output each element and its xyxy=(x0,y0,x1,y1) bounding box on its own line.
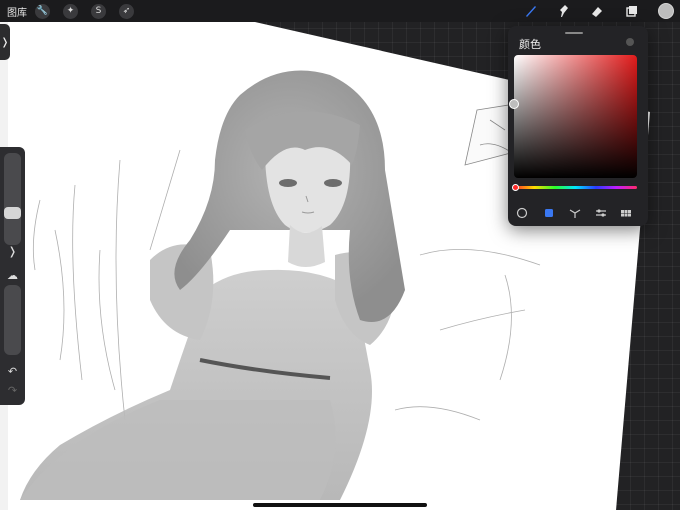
disc-mode-icon[interactable] xyxy=(515,206,529,220)
left-eye xyxy=(279,179,297,187)
redo-icon[interactable]: ↷ xyxy=(0,384,25,397)
right-eye xyxy=(324,179,342,187)
classic-mode-icon[interactable] xyxy=(542,206,556,220)
brush-icon[interactable] xyxy=(523,0,539,22)
gallery-button[interactable]: 图库 xyxy=(7,4,27,19)
sidebar-collapse-toggle[interactable]: ❭ xyxy=(0,24,10,60)
top-toolbar: 图库 🔧 ✦ S ➶ xyxy=(0,0,680,22)
hue-slider-knob[interactable] xyxy=(512,184,519,191)
opacity-slider[interactable] xyxy=(4,285,21,355)
saturation-value-knob[interactable] xyxy=(509,99,519,109)
layers-icon[interactable] xyxy=(624,0,640,22)
saturation-value-picker[interactable] xyxy=(514,55,637,178)
eraser-icon[interactable] xyxy=(589,0,605,22)
active-color-swatch[interactable] xyxy=(658,3,674,19)
selection-icon[interactable]: S xyxy=(91,3,106,19)
palettes-mode-icon[interactable] xyxy=(619,206,633,220)
smudge-icon[interactable] xyxy=(556,0,572,22)
transform-arrow-icon[interactable]: ➶ xyxy=(119,3,134,19)
modify-button[interactable]: ❭ xyxy=(0,245,25,258)
value-mode-icon[interactable] xyxy=(594,206,608,220)
hue-slider[interactable] xyxy=(514,186,637,189)
brush-size-slider[interactable] xyxy=(4,153,21,245)
panel-history-dot[interactable] xyxy=(626,38,634,46)
eyedropper-icon[interactable]: ☁ xyxy=(0,269,25,282)
panel-grabber[interactable] xyxy=(565,32,583,34)
magic-wand-icon[interactable]: ✦ xyxy=(63,3,78,19)
left-sidebar: ❭ ☁ ↶ ↷ xyxy=(0,147,25,405)
home-indicator[interactable] xyxy=(253,503,427,507)
harmony-mode-icon[interactable] xyxy=(568,206,582,220)
undo-icon[interactable]: ↶ xyxy=(0,365,25,378)
wrench-icon[interactable]: 🔧 xyxy=(35,3,50,19)
panel-title: 颜色 xyxy=(519,38,541,51)
color-panel: 颜色 xyxy=(508,26,648,226)
procreate-screen: 图库 🔧 ✦ S ➶ ❭ ❭ ☁ ↶ ↷ 颜色 xyxy=(0,0,680,510)
brush-size-thumb[interactable] xyxy=(4,207,21,219)
